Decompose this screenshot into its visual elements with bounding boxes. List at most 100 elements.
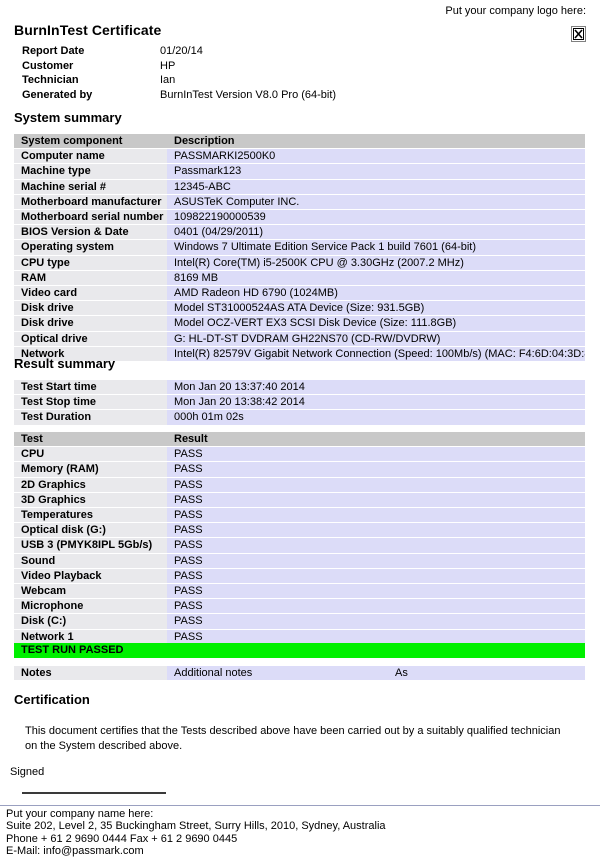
table-row: Memory (RAM) PASS xyxy=(14,461,585,478)
system-component-value: PASSMARKI2500K0 xyxy=(167,148,585,165)
test-run-status-banner: TEST RUN PASSED xyxy=(14,643,585,658)
test-name: Optical disk (G:) xyxy=(14,522,167,539)
certificate-page: Put your company logo here: BurnInTest C… xyxy=(0,0,600,858)
test-result: PASS xyxy=(167,613,585,630)
system-component-label: Disk drive xyxy=(14,300,167,317)
meta-row: Generated by BurnInTest Version V8.0 Pro… xyxy=(22,88,582,103)
test-results-table: Test Result CPU PASS Memory (RAM) PASS 2D Gr… xyxy=(14,432,585,645)
column-header-test: Test xyxy=(14,432,167,448)
meta-row: Technician Ian xyxy=(22,73,582,88)
table-row: Microphone PASS xyxy=(14,598,585,615)
signature-line xyxy=(22,792,166,794)
system-component-value: 109822190000539 xyxy=(167,209,585,226)
system-component-value: 8169 MB xyxy=(167,270,585,287)
timing-label: Test Duration xyxy=(14,409,167,426)
footer-company-placeholder: Put your company name here: xyxy=(6,808,154,820)
result-summary-heading: Result summary xyxy=(14,356,116,371)
test-result: PASS xyxy=(167,598,585,615)
notes-extra: As xyxy=(388,666,585,682)
test-name: Temperatures xyxy=(14,507,167,524)
test-result: PASS xyxy=(167,507,585,524)
test-name: Sound xyxy=(14,553,167,569)
certification-body-text: This document certifies that the Tests d… xyxy=(25,725,561,752)
test-name: CPU xyxy=(14,446,167,463)
column-header-result: Result xyxy=(167,432,585,448)
table-row: CPU type Intel(R) Core(TM) i5-2500K CPU @… xyxy=(14,255,585,271)
timing-label: Test Start time xyxy=(14,380,167,396)
table-row: Operating system Windows 7 Ultimate Editi… xyxy=(14,239,585,256)
report-meta-list: Report Date 01/20/14 Customer HP Technic… xyxy=(22,44,582,102)
signed-label: Signed xyxy=(10,766,45,778)
footer-divider xyxy=(0,805,600,806)
system-component-label: RAM xyxy=(14,270,167,287)
table-row: Test Duration 000h 01m 02s xyxy=(14,409,585,426)
test-result: PASS xyxy=(167,553,585,569)
table-row: USB 3 (PMYK8IPL 5Gb/s) PASS xyxy=(14,537,585,554)
system-component-value: Intel(R) 82579V Gigabit Network Connecti… xyxy=(167,346,585,363)
table-header-row: System component Description xyxy=(14,134,585,150)
system-component-label: CPU type xyxy=(14,255,167,271)
meta-label: Customer xyxy=(22,59,74,72)
table-row: Webcam PASS xyxy=(14,583,585,600)
test-name: 3D Graphics xyxy=(14,492,167,509)
test-name: Disk (C:) xyxy=(14,613,167,630)
system-component-value: Windows 7 Ultimate Edition Service Pack … xyxy=(167,239,585,256)
system-component-label: Operating system xyxy=(14,239,167,256)
table-row: 3D Graphics PASS xyxy=(14,492,585,509)
notes-label: Notes xyxy=(14,666,167,682)
meta-value: Ian xyxy=(160,74,176,86)
page-title: BurnInTest Certificate xyxy=(14,22,162,38)
system-component-value: 12345-ABC xyxy=(167,179,585,195)
table-row: CPU PASS xyxy=(14,446,585,463)
system-component-value: 0401 (04/29/2011) xyxy=(167,224,585,241)
table-row: Disk drive Model OCZ-VERT EX3 SCSI Disk D… xyxy=(14,315,585,332)
system-component-label: Video card xyxy=(14,285,167,302)
table-header-row: Test Result xyxy=(14,432,585,448)
meta-value: HP xyxy=(160,59,176,72)
table-row: Video Playback PASS xyxy=(14,568,585,585)
system-component-value: AMD Radeon HD 6790 (1024MB) xyxy=(167,285,585,302)
timing-value: Mon Jan 20 13:38:42 2014 xyxy=(167,394,585,411)
table-row: Optical disk (G:) PASS xyxy=(14,522,585,539)
test-name: 2D Graphics xyxy=(14,477,167,493)
meta-label: Technician xyxy=(22,74,79,86)
table-row: Temperatures PASS xyxy=(14,507,585,524)
table-row: Disk (C:) PASS xyxy=(14,613,585,630)
test-result: PASS xyxy=(167,537,585,554)
timing-value: Mon Jan 20 13:37:40 2014 xyxy=(167,380,585,396)
table-row: BIOS Version & Date 0401 (04/29/2011) xyxy=(14,224,585,241)
system-component-value: Intel(R) Core(TM) i5-2500K CPU @ 3.30GHz… xyxy=(167,255,585,271)
footer-address: Suite 202, Level 2, 35 Buckingham Street… xyxy=(6,820,386,833)
table-row: Video card AMD Radeon HD 6790 (1024MB) xyxy=(14,285,585,302)
timing-value: 000h 01m 02s xyxy=(167,409,585,426)
test-name: Video Playback xyxy=(14,568,167,585)
column-header-description: Description xyxy=(167,134,585,150)
table-row: Optical drive G: HL-DT-ST DVDRAM GH22NS70… xyxy=(14,331,585,347)
system-component-label: Machine serial # xyxy=(14,179,167,195)
footer-phone: Phone + 61 2 9690 0444 Fax + 61 2 9690 0… xyxy=(6,832,238,845)
test-name: USB 3 (PMYK8IPL 5Gb/s) xyxy=(14,537,167,554)
company-logo-placeholder-text: Put your company logo here: xyxy=(445,5,586,17)
meta-label: Generated by xyxy=(22,88,93,101)
column-header-component: System component xyxy=(14,134,167,150)
system-component-label: Disk drive xyxy=(14,315,167,332)
table-row: RAM 8169 MB xyxy=(14,270,585,287)
test-timing-table: Test Start time Mon Jan 20 13:37:40 2014 T… xyxy=(14,380,585,426)
timing-label: Test Stop time xyxy=(14,394,167,411)
system-summary-table: System component Description Computer na… xyxy=(14,134,585,363)
meta-value: BurnInTest Version V8.0 Pro (64-bit) xyxy=(160,88,337,101)
footer-block: Put your company name here: Suite 202, L… xyxy=(6,808,386,858)
table-row: Notes Additional notes As xyxy=(14,666,585,682)
system-component-value: Model OCZ-VERT EX3 SCSI Disk Device (Siz… xyxy=(167,315,585,332)
table-row: Motherboard serial number 109822190000539 xyxy=(14,209,585,226)
certification-heading: Certification xyxy=(14,692,90,707)
meta-row: Customer HP xyxy=(22,59,582,74)
test-result: PASS xyxy=(167,583,585,600)
table-row: Machine serial #12345-ABC xyxy=(14,179,585,195)
test-result: PASS xyxy=(167,522,585,539)
meta-label: Report Date xyxy=(22,45,85,57)
table-row: Test Start time Mon Jan 20 13:37:40 2014 xyxy=(14,380,585,396)
system-component-value: Passmark123 xyxy=(167,163,585,180)
system-component-label: Motherboard manufacturer xyxy=(14,194,167,211)
system-component-value: G: HL-DT-ST DVDRAM GH22NS70 (CD-RW/DVDRW… xyxy=(167,331,585,347)
